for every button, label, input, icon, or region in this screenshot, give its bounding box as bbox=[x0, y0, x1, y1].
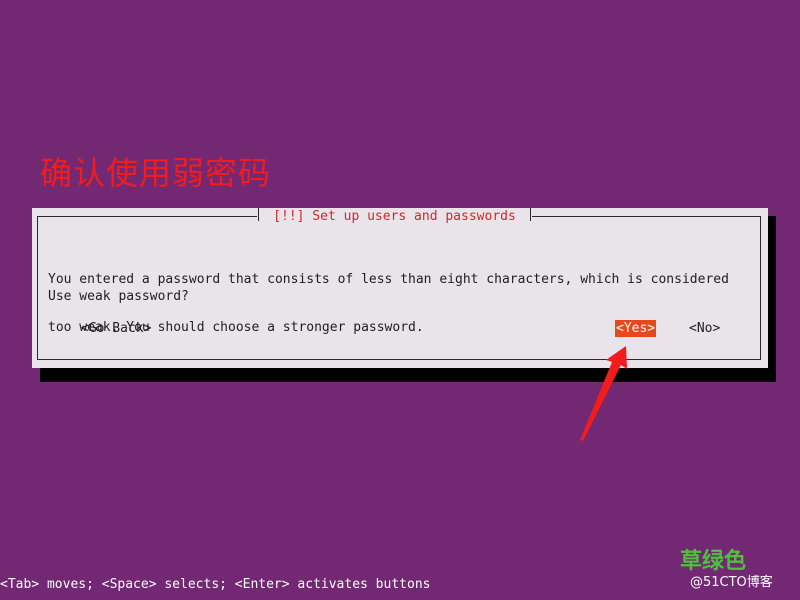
arrow-shape bbox=[580, 346, 627, 441]
watermark-site: @51CTO博客 bbox=[690, 575, 773, 590]
keyboard-help-bar: <Tab> moves; <Space> selects; <Enter> ac… bbox=[0, 577, 431, 592]
annotation-arrow-icon bbox=[580, 346, 627, 441]
watermark-brand: 草绿色 bbox=[680, 549, 747, 574]
